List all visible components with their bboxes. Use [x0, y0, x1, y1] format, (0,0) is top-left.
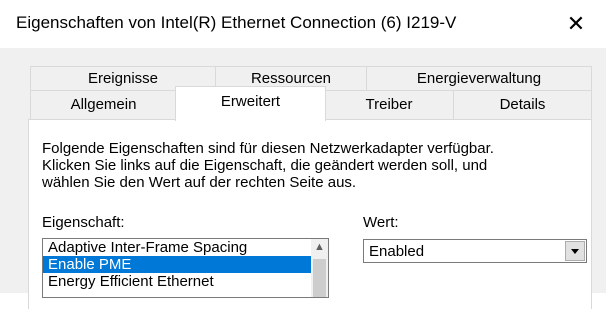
description-text: Folgende Eigenschaften sind für diesen N… — [42, 140, 562, 191]
title-bar: Eigenschaften von Intel(R) Ethernet Conn… — [0, 0, 606, 48]
tab-erweitert-label: Erweitert — [220, 93, 281, 110]
list-item[interactable]: Adaptive Inter-Frame Spacing — [43, 239, 328, 256]
tab-details[interactable]: Details — [453, 90, 592, 120]
tab-energieverwaltung-label: Energieverwaltung — [416, 70, 542, 87]
tab-details-label: Details — [499, 96, 546, 113]
tab-allgemein[interactable]: Allgemein — [30, 90, 177, 120]
tab-allgemein-label: Allgemein — [70, 96, 137, 113]
tab-erweitert[interactable]: Erweitert — [175, 86, 326, 121]
property-listbox[interactable]: Adaptive Inter-Frame Spacing Enable PME … — [42, 238, 329, 298]
description-line-2: Klicken Sie links auf die Eigenschaft, d… — [42, 157, 488, 174]
list-item[interactable]: Energy Efficient Ethernet — [43, 273, 328, 290]
description-line-3: wählen Sie den Wert auf der rechten Seit… — [42, 174, 357, 191]
list-item-selected[interactable]: Enable PME — [43, 256, 328, 273]
value-label: Wert: — [363, 214, 399, 231]
scroll-thumb[interactable] — [313, 259, 326, 297]
tab-energieverwaltung[interactable]: Energieverwaltung — [366, 66, 592, 91]
property-label: Eigenschaft: — [42, 214, 125, 231]
tab-treiber-label: Treiber — [365, 96, 413, 113]
dropdown-button[interactable] — [565, 241, 585, 261]
close-icon[interactable]: ✕ — [552, 4, 600, 44]
value-dropdown[interactable]: Enabled — [363, 239, 587, 263]
description-line-1: Folgende Eigenschaften sind für diesen N… — [42, 140, 494, 157]
tab-treiber[interactable]: Treiber — [324, 90, 454, 120]
scroll-up-icon[interactable]: ▲ — [311, 241, 328, 253]
listbox-scrollbar[interactable]: ▲ — [311, 239, 328, 297]
chevron-down-icon — [571, 249, 579, 254]
window-title: Eigenschaften von Intel(R) Ethernet Conn… — [16, 13, 457, 32]
value-dropdown-selected: Enabled — [369, 243, 425, 260]
